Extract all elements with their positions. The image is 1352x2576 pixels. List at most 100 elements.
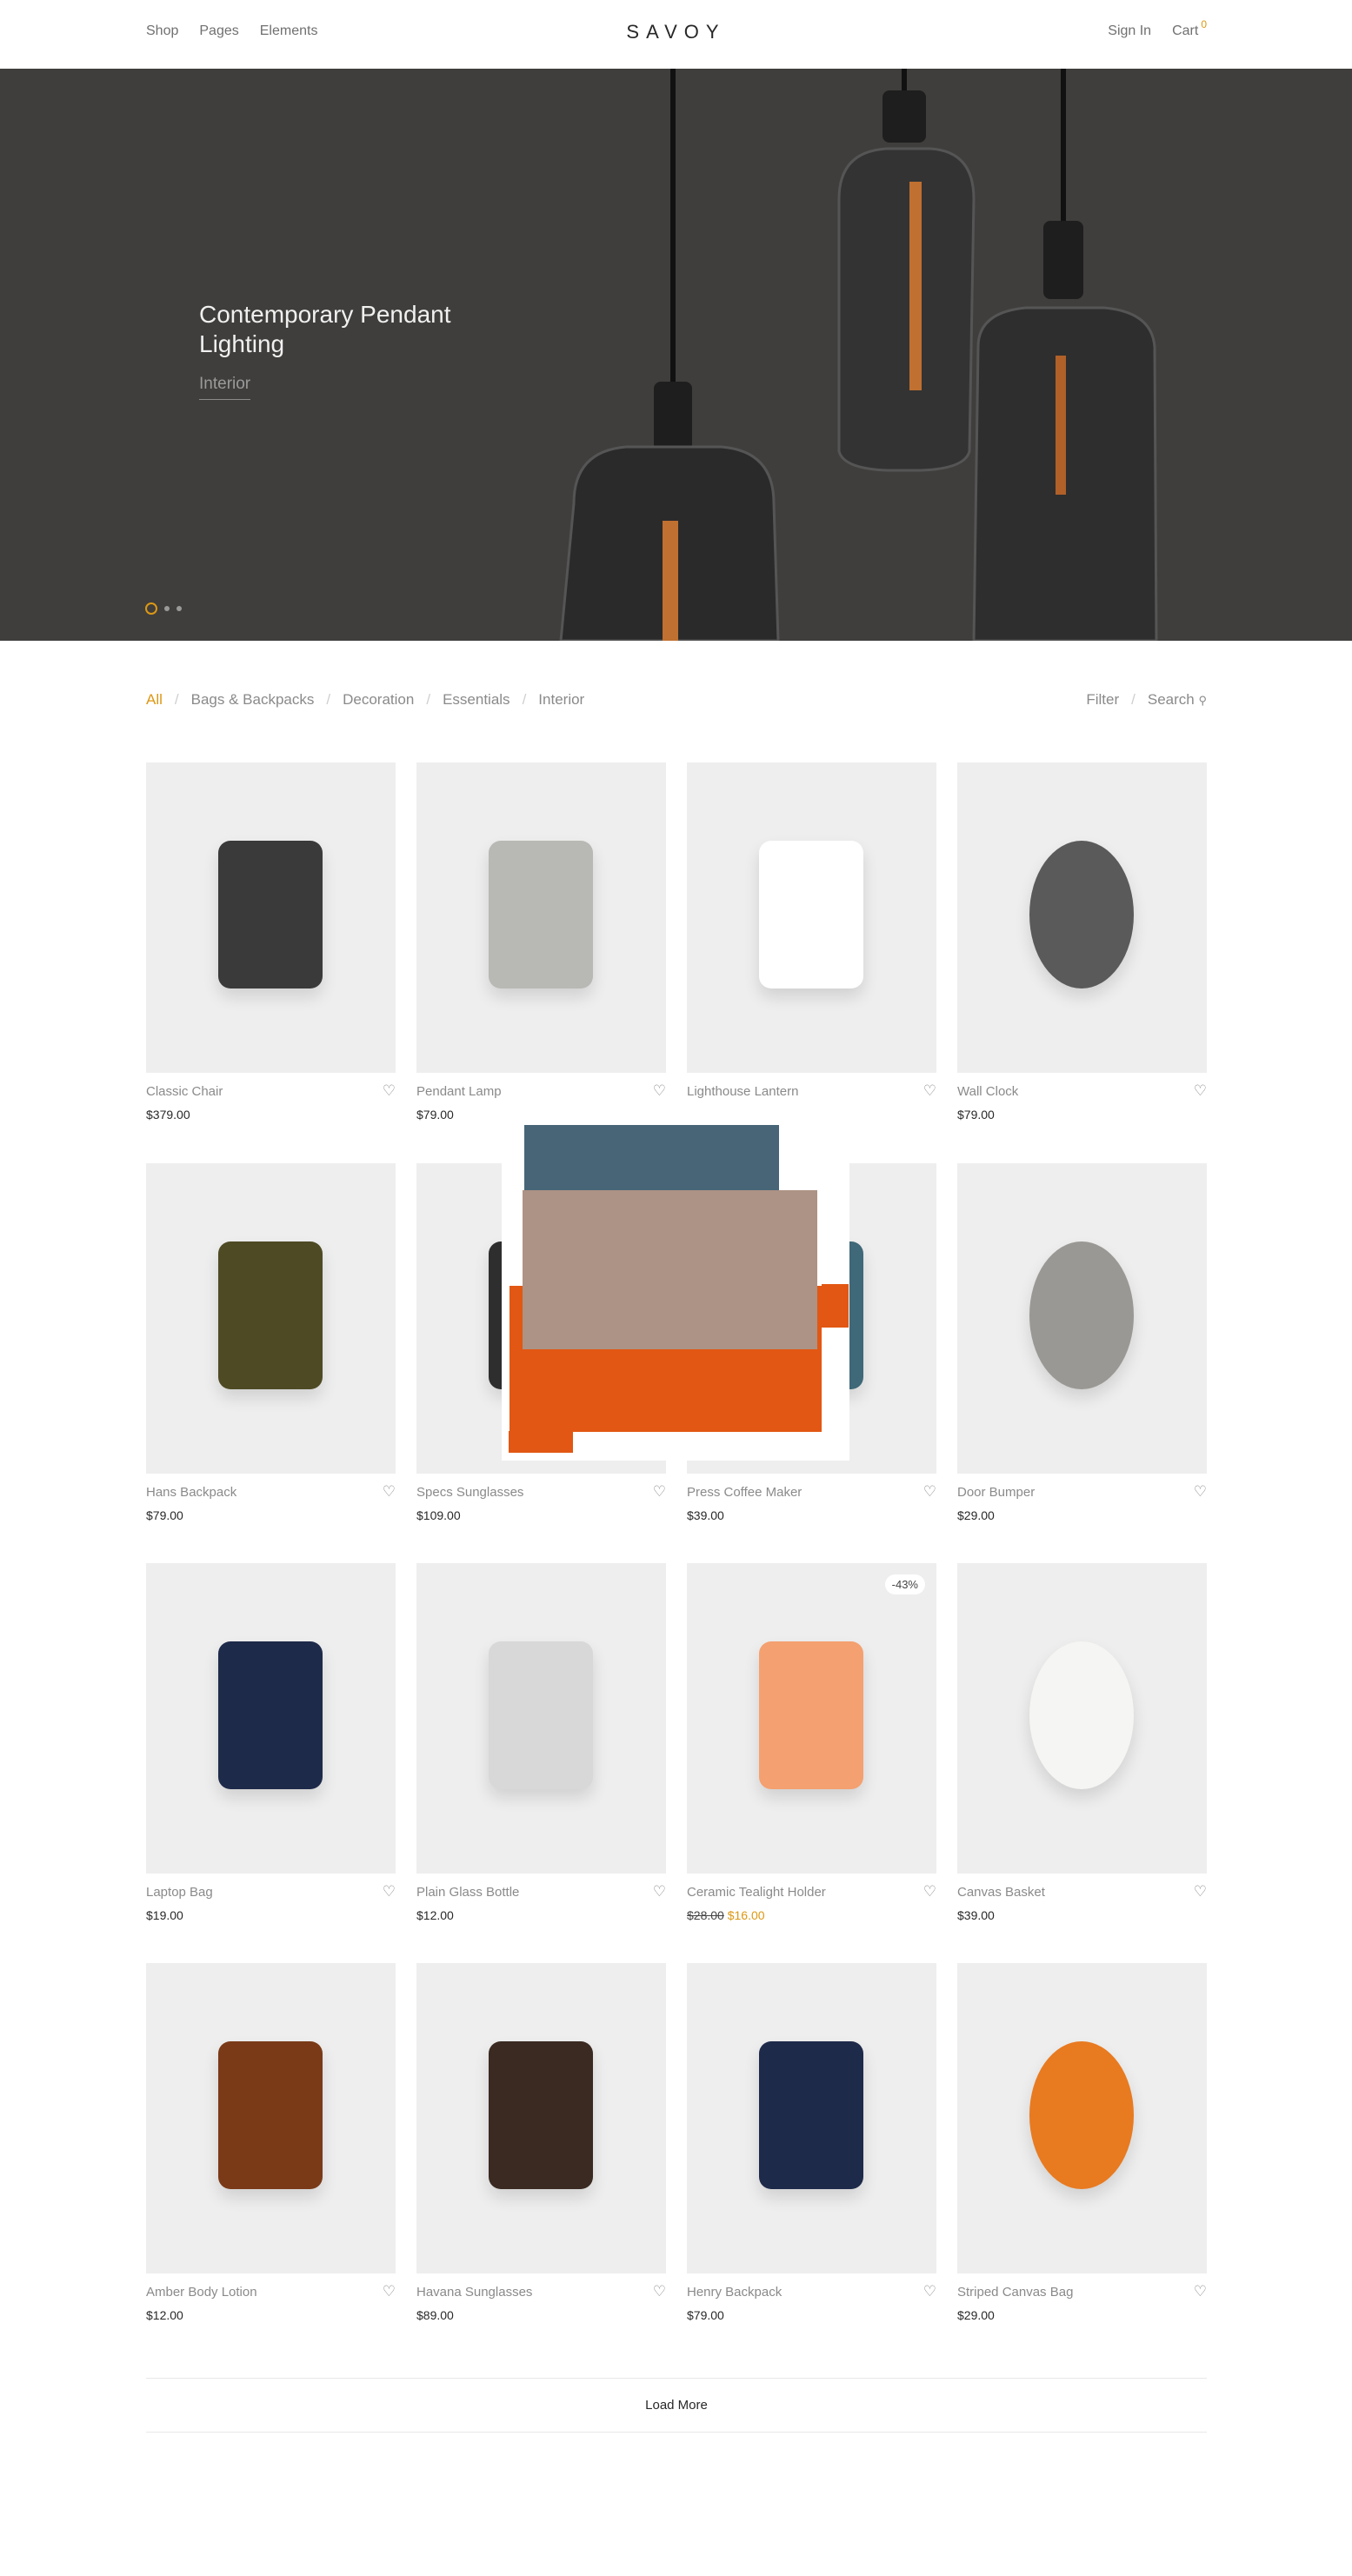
product-image[interactable] <box>416 1563 666 1874</box>
product-image[interactable] <box>146 762 396 1073</box>
wishlist-heart-icon[interactable]: ♡ <box>383 1883 396 1900</box>
product-price-value: $89.00 <box>416 2308 454 2322</box>
filter-essentials[interactable]: Essentials <box>443 691 509 709</box>
sign-in-link[interactable]: Sign In <box>1108 23 1151 39</box>
overlay-blue-block <box>524 1125 779 1191</box>
product-card[interactable]: Hans Backpack ♡ $79.00 <box>146 1163 396 1522</box>
wishlist-heart-icon[interactable]: ♡ <box>923 1883 936 1900</box>
product-name[interactable]: Henry Backpack <box>687 2285 782 2300</box>
product-name[interactable]: Hans Backpack <box>146 1485 236 1500</box>
product-name[interactable]: Striped Canvas Bag <box>957 2285 1073 2300</box>
wishlist-heart-icon[interactable]: ♡ <box>653 1883 666 1900</box>
product-name[interactable]: Specs Sunglasses <box>416 1485 523 1500</box>
filter-interior[interactable]: Interior <box>538 691 584 709</box>
product-name[interactable]: Havana Sunglasses <box>416 2285 532 2300</box>
product-card[interactable]: Havana Sunglasses ♡ $89.00 <box>416 1963 666 2322</box>
cart-link[interactable]: Cart 0 <box>1172 18 1207 39</box>
product-photo <box>759 1641 863 1789</box>
product-card[interactable]: Striped Canvas Bag ♡ $29.00 <box>957 1963 1207 2322</box>
product-price-value: $79.00 <box>957 1108 995 1122</box>
wishlist-heart-icon[interactable]: ♡ <box>653 1483 666 1501</box>
product-name[interactable]: Canvas Basket <box>957 1885 1045 1900</box>
filter-button[interactable]: Filter <box>1086 691 1119 709</box>
product-image[interactable]: -43% <box>687 1563 936 1874</box>
product-card[interactable]: Laptop Bag ♡ $19.00 <box>146 1563 396 1922</box>
product-name[interactable]: Press Coffee Maker <box>687 1485 802 1500</box>
product-price-value: $79.00 <box>146 1508 183 1522</box>
product-name[interactable]: Amber Body Lotion <box>146 2285 257 2300</box>
product-card[interactable]: -43% Ceramic Tealight Holder ♡ $28.00 $1… <box>687 1563 936 1922</box>
wishlist-heart-icon[interactable]: ♡ <box>383 2283 396 2300</box>
product-image[interactable] <box>146 1163 396 1474</box>
slider-dots <box>145 602 182 615</box>
account-nav: Sign In Cart 0 <box>1108 18 1207 39</box>
product-price: $29.00 <box>957 2308 995 2322</box>
product-card[interactable]: Canvas Basket ♡ $39.00 <box>957 1563 1207 1922</box>
product-name[interactable]: Pendant Lamp <box>416 1084 502 1099</box>
product-card[interactable]: Door Bumper ♡ $29.00 <box>957 1163 1207 1522</box>
wishlist-heart-icon[interactable]: ♡ <box>383 1483 396 1501</box>
product-name[interactable]: Door Bumper <box>957 1485 1035 1500</box>
wishlist-heart-icon[interactable]: ♡ <box>923 1082 936 1100</box>
overlay-orange-foot <box>509 1431 573 1453</box>
product-image[interactable] <box>416 1963 666 2273</box>
product-price: $28.00 $16.00 <box>687 1908 765 1922</box>
product-image[interactable] <box>957 762 1207 1073</box>
wishlist-heart-icon[interactable]: ♡ <box>1194 1483 1207 1501</box>
wishlist-heart-icon[interactable]: ♡ <box>923 2283 936 2300</box>
separator: / <box>1131 691 1136 708</box>
product-image[interactable] <box>146 1963 396 2273</box>
separator: / <box>522 691 527 708</box>
product-price-value: $29.00 <box>957 1508 995 1522</box>
product-photo <box>1029 841 1134 988</box>
load-more-button[interactable]: Load More <box>146 2378 1207 2433</box>
wishlist-heart-icon[interactable]: ♡ <box>1194 2283 1207 2300</box>
product-name[interactable]: Ceramic Tealight Holder <box>687 1885 826 1900</box>
product-card[interactable]: Wall Clock ♡ $79.00 <box>957 762 1207 1122</box>
product-photo <box>1029 2041 1134 2189</box>
product-card[interactable]: Amber Body Lotion ♡ $12.00 <box>146 1963 396 2322</box>
wishlist-heart-icon[interactable]: ♡ <box>923 1483 936 1501</box>
product-price-value: $79.00 <box>687 2308 724 2322</box>
product-name[interactable]: Plain Glass Bottle <box>416 1885 519 1900</box>
product-price: $379.00 <box>146 1108 190 1122</box>
wishlist-heart-icon[interactable]: ♡ <box>1194 1082 1207 1100</box>
product-name[interactable]: Classic Chair <box>146 1084 223 1099</box>
slide-dot-1[interactable] <box>145 602 157 615</box>
filter-bags-backpacks[interactable]: Bags & Backpacks <box>191 691 315 709</box>
product-card[interactable]: Plain Glass Bottle ♡ $12.00 <box>416 1563 666 1922</box>
wishlist-heart-icon[interactable]: ♡ <box>653 2283 666 2300</box>
product-price: $79.00 <box>416 1108 454 1122</box>
product-name[interactable]: Wall Clock <box>957 1084 1018 1099</box>
product-price-value: $29.00 <box>957 2308 995 2322</box>
product-price-value: $12.00 <box>416 1908 454 1922</box>
shop-tools: Filter / Search ⚲ <box>1086 691 1207 709</box>
slide-dot-3[interactable] <box>176 606 182 611</box>
filter-all[interactable]: All <box>146 691 163 709</box>
hero-title: Contemporary Pendant Lighting <box>199 301 451 357</box>
product-image[interactable] <box>687 762 936 1073</box>
cart-count: 0 <box>1201 18 1207 30</box>
product-image[interactable] <box>146 1563 396 1874</box>
product-photo <box>489 841 593 988</box>
product-price: $19.00 <box>146 1908 183 1922</box>
slide-dot-2[interactable] <box>164 606 170 611</box>
search-button[interactable]: Search ⚲ <box>1148 691 1207 709</box>
product-image[interactable] <box>416 762 666 1073</box>
wishlist-heart-icon[interactable]: ♡ <box>653 1082 666 1100</box>
product-image[interactable] <box>957 1963 1207 2273</box>
wishlist-heart-icon[interactable]: ♡ <box>383 1082 396 1100</box>
product-name[interactable]: Laptop Bag <box>146 1885 213 1900</box>
product-card[interactable]: Classic Chair ♡ $379.00 <box>146 762 396 1122</box>
filter-decoration[interactable]: Decoration <box>343 691 414 709</box>
product-image[interactable] <box>957 1163 1207 1474</box>
product-card[interactable]: Henry Backpack ♡ $79.00 <box>687 1963 936 2322</box>
product-name[interactable]: Lighthouse Lantern <box>687 1084 798 1099</box>
product-card[interactable]: Pendant Lamp ♡ $79.00 <box>416 762 666 1122</box>
wishlist-heart-icon[interactable]: ♡ <box>1194 1883 1207 1900</box>
product-image[interactable] <box>687 1963 936 2273</box>
hero-category-link[interactable]: Interior <box>199 375 251 400</box>
product-card[interactable]: Lighthouse Lantern ♡ <box>687 762 936 1099</box>
product-image[interactable] <box>957 1563 1207 1874</box>
separator: / <box>326 691 331 708</box>
